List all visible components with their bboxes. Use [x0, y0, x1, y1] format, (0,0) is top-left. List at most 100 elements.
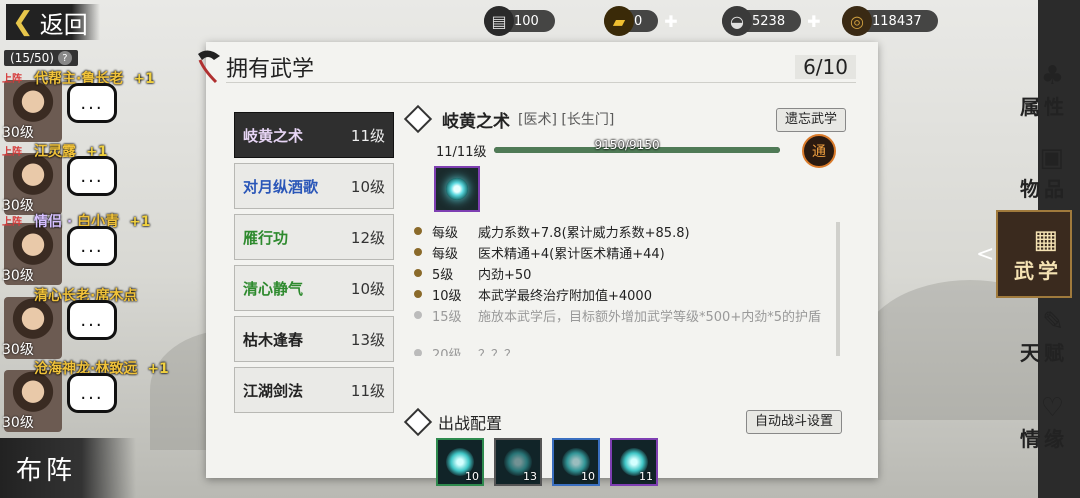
combat-slots: 10 13 10 11: [436, 438, 658, 486]
bullet-icon: [414, 290, 422, 298]
book-icon: ▦: [1033, 224, 1058, 255]
party-member[interactable]: 上阵 江灵露 +1 30级 ...: [0, 143, 200, 215]
skill-name: 岐黄之术: [442, 111, 510, 132]
party-member[interactable]: 上阵 情侣 · 白小青 +1 30级 ...: [0, 213, 200, 285]
skill-item-kumu[interactable]: 枯木逢春 13级: [234, 316, 394, 362]
skill-item-duiyue[interactable]: 对月纵酒歌 10级: [234, 163, 394, 209]
skill-level-text: 11/11级: [436, 144, 487, 160]
member-level: 30级: [2, 342, 34, 358]
auto-battle-settings-button[interactable]: 自动战斗设置: [745, 410, 842, 434]
diamond-icon: [403, 104, 433, 134]
skill-item-qihuang[interactable]: 岐黄之术 11级: [234, 112, 394, 158]
effect-row-locked: 15级 施放本武学后，目标额外增加武学等级*500+内劲*5的护盾: [414, 306, 836, 344]
effect-row: 每级 医术精通+4(累计医术精通+44): [414, 243, 836, 264]
resource-silver: ◒ 5238 ✚: [722, 6, 821, 36]
chat-bubble-icon[interactable]: ...: [70, 303, 114, 337]
add-silver-button[interactable]: ✚: [807, 12, 820, 31]
chevron-left-icon: ❮: [12, 7, 34, 37]
ink-brush-icon: [198, 50, 220, 84]
tab-attributes[interactable]: ♣ 属性: [998, 48, 1076, 132]
member-level: 30级: [2, 198, 34, 214]
skill-item-qingxin[interactable]: 清心静气 10级: [234, 265, 394, 311]
tab-martial-arts[interactable]: ▦ 武学: [976, 210, 1072, 298]
diamond-icon: [403, 407, 433, 437]
skill-item-jianghu[interactable]: 江湖剑法 11级: [234, 367, 394, 413]
cart-icon: ▤: [484, 6, 514, 36]
bonus-text: +1: [86, 144, 108, 160]
party-member[interactable]: 上阵 代帮主·鲁长老 +1 30级 ...: [0, 70, 200, 142]
bonus-text: +1: [129, 214, 151, 230]
gold-bar-icon: ▰: [604, 6, 634, 36]
copper-coin-icon: ◎: [842, 6, 872, 36]
martial-arts-panel: 拥有武学 6/10 岐黄之术 11级 对月纵酒歌 10级 雁行功 12级 清心静…: [198, 42, 878, 486]
tab-talents[interactable]: ✎ 天赋: [998, 294, 1076, 378]
skill-detail: 岐黄之术 [医术] [长生门] 遗忘武学 11/11级 9150/9150 通 …: [403, 104, 846, 486]
shadow-figure-skill-icon[interactable]: 13: [494, 438, 542, 486]
right-tab-column: ♣ 属性 ▣ 物品 ▦ 武学 ✎ 天赋 ♡ 情缘: [960, 0, 1080, 498]
bonus-text: +1: [147, 361, 169, 377]
panel-title: 拥有武学: [226, 57, 315, 82]
tab-items[interactable]: ▣ 物品: [998, 130, 1076, 214]
effect-row-locked: 20级 ？？？: [414, 344, 836, 356]
member-level: 30级: [2, 415, 34, 431]
deploy-badge: 上阵: [2, 147, 22, 158]
party-member[interactable]: 清心长老·席木点 30级 ...: [0, 287, 200, 359]
resource-coin: ◎ 118437: [842, 6, 938, 36]
deploy-badge: 上阵: [2, 74, 22, 85]
member-name: 清心长老·席木点: [34, 288, 138, 304]
skill-item-yanxing[interactable]: 雁行功 12级: [234, 214, 394, 260]
skill-list: 岐黄之术 11级 对月纵酒歌 10级 雁行功 12级 清心静气 10级 枯木逢春…: [234, 112, 396, 418]
member-name: 沧海神龙·林致远 +1: [34, 361, 169, 377]
member-level: 30级: [2, 125, 34, 141]
deploy-badge: 上阵: [2, 217, 22, 228]
effect-row: 10级 本武学最终治疗附加值+4000: [414, 285, 836, 306]
bullet-icon: [414, 227, 422, 235]
resource-cart: ▤ 100: [484, 6, 555, 36]
formation-button[interactable]: 布阵: [0, 438, 136, 498]
skill-count: 6/10: [795, 55, 856, 79]
bag-icon: ▣: [1039, 142, 1064, 173]
member-name: 江灵露 +1: [34, 144, 108, 160]
skill-experience: 11/11级 9150/9150: [436, 138, 856, 160]
bullet-icon: [414, 349, 422, 356]
party-count-text: (15/50): [10, 51, 54, 65]
back-button[interactable]: ❮ 返回: [6, 4, 100, 40]
combat-config-title: 出战配置: [438, 414, 503, 433]
heart-icon: ♡: [1040, 392, 1064, 423]
bullet-icon: [414, 311, 422, 319]
forget-skill-button[interactable]: 遗忘武学: [775, 108, 846, 132]
skill-orb-icon[interactable]: [434, 166, 480, 212]
xp-text: 9150/9150: [594, 138, 660, 152]
gourd-icon: ♣: [1040, 60, 1064, 91]
combat-config-header: 出战配置: [403, 407, 503, 437]
bullet-icon: [414, 248, 422, 256]
mastery-badge-icon[interactable]: 通: [802, 134, 836, 168]
chat-bubble-icon[interactable]: ...: [70, 229, 114, 263]
green-wave-skill-icon[interactable]: 10: [436, 438, 484, 486]
bonus-text: +1: [133, 71, 155, 87]
help-icon[interactable]: ?: [57, 51, 72, 65]
chat-bubble-icon[interactable]: ...: [70, 86, 114, 120]
tab-relationships[interactable]: ♡ 情缘: [998, 380, 1076, 464]
party-member[interactable]: 沧海神龙·林致远 +1 30级 ...: [0, 360, 200, 432]
member-name: 情侣 · 白小青 +1: [34, 214, 151, 230]
xp-bar: 9150/9150: [494, 138, 781, 153]
chat-bubble-icon[interactable]: ...: [70, 376, 114, 410]
member-name: 代帮主·鲁长老 +1: [34, 71, 155, 87]
party-column: ❮ 返回 (15/50) ? 上阵 代帮主·鲁长老 +1 30级 ... 上阵 江…: [0, 0, 205, 498]
skill-tags: [医术] [长生门]: [518, 112, 615, 128]
effect-row: 5级 内劲+50: [414, 264, 836, 285]
moon-wine-skill-icon[interactable]: 10: [552, 438, 600, 486]
party-count-badge: (15/50) ?: [4, 50, 78, 66]
orb-skill-icon[interactable]: 11: [610, 438, 658, 486]
resource-gold: ▰ 0 ✚: [604, 6, 678, 36]
add-gold-button[interactable]: ✚: [664, 12, 677, 31]
effect-row: 每级 威力系数+7.8(累计威力系数+85.8): [414, 222, 836, 243]
bullet-icon: [414, 269, 422, 277]
back-label: 返回: [39, 10, 88, 39]
silver-ingot-icon: ◒: [722, 6, 752, 36]
chat-bubble-icon[interactable]: ...: [70, 159, 114, 193]
member-level: 30级: [2, 268, 34, 284]
skill-effects-list[interactable]: 每级 威力系数+7.8(累计威力系数+85.8) 每级 医术精通+4(累计医术精…: [414, 222, 840, 356]
brush-icon: ✎: [1042, 306, 1064, 337]
